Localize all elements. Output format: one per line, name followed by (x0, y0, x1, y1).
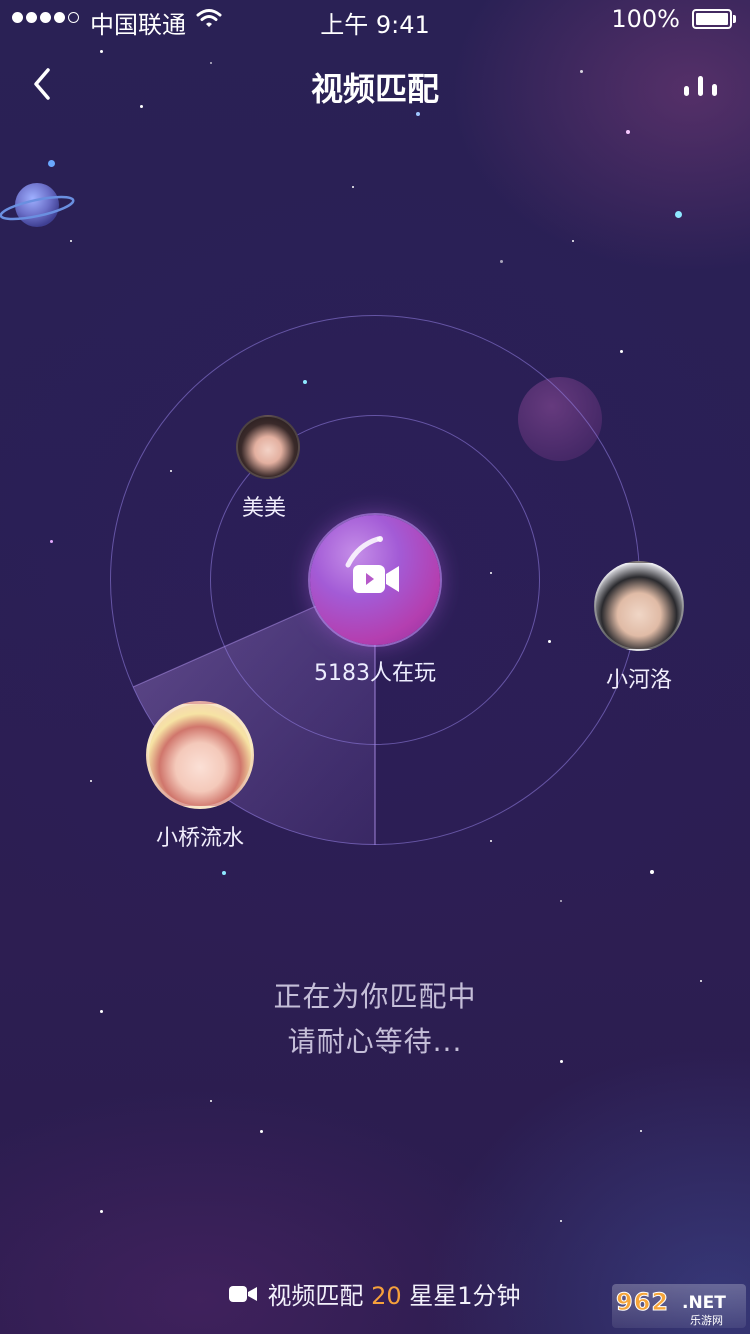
please-wait-text: 请耐心等待... (287, 1025, 463, 1058)
match-cost-amount: 20 (371, 1282, 402, 1310)
start-video-match-button[interactable] (310, 515, 440, 645)
avatar-xiaoheluo[interactable] (594, 561, 684, 651)
svg-text:乐游网: 乐游网 (690, 1314, 723, 1327)
watermark-logo: 962 .NET 乐游网 (612, 1284, 746, 1328)
avatar-xiaoqiaoliushui[interactable] (146, 701, 254, 809)
video-camera-icon (229, 1285, 258, 1302)
user-name-meimei: 美美 (241, 496, 286, 521)
svg-text:962: 962 (616, 1288, 669, 1316)
svg-text:.NET: .NET (682, 1293, 726, 1313)
user-name-xiaoqiaoliushui: 小桥流水 (155, 826, 244, 851)
match-cost-label: 视频匹配 (267, 1282, 364, 1310)
match-cost-suffix: 星星1分钟 (409, 1282, 521, 1310)
video-camera-icon (353, 565, 399, 593)
matching-status-text: 正在为你匹配中 (273, 980, 477, 1013)
avatar-meimei[interactable] (236, 415, 300, 479)
user-name-xiaoheluo: 小河洛 (605, 668, 672, 693)
